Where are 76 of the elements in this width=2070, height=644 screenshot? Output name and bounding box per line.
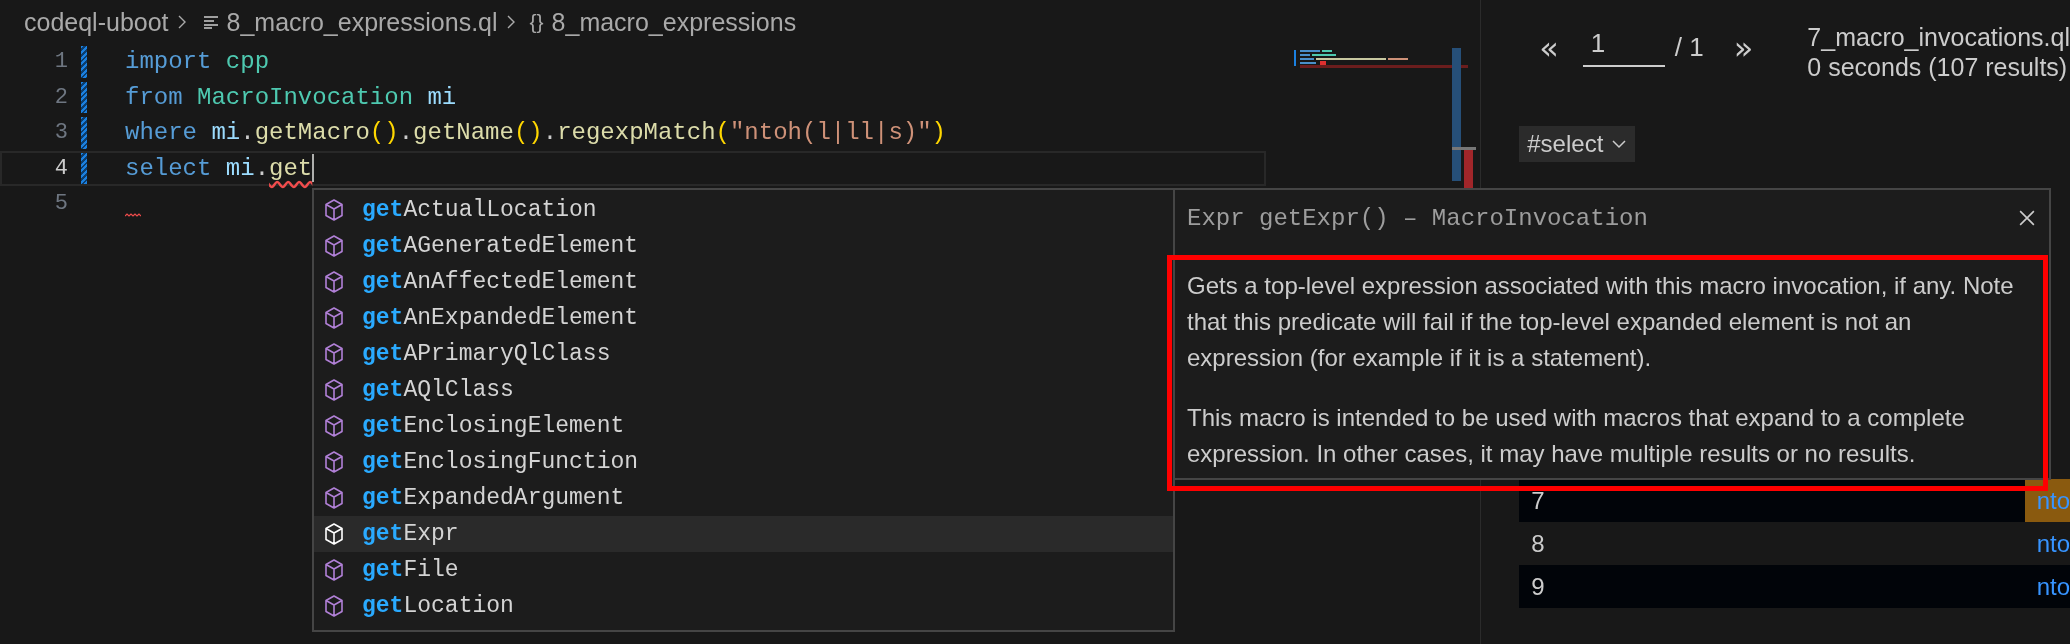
code-token: get xyxy=(269,154,313,182)
page-field[interactable]: 1 xyxy=(1582,28,1665,67)
suggestion-item[interactable]: getExpandedArgument xyxy=(314,480,1173,516)
code-token: where xyxy=(125,119,198,147)
cube-icon xyxy=(324,307,344,329)
suggestion-item[interactable]: getEnclosingElement xyxy=(314,408,1173,444)
doc-paragraph: Gets a top-level expression associated with this macro invocation, if any. Note that this predicate will fail if the top-level expanded element is not an expression (for example if it is a statement). xyxy=(1187,271,2015,373)
code-token: getMacro xyxy=(254,119,370,147)
code-token: . xyxy=(542,119,558,147)
cube-icon xyxy=(324,487,344,509)
code-token: mi xyxy=(225,154,255,182)
line-number: 3 xyxy=(53,120,68,146)
breadcrumb-item[interactable]: 8_macro_expressions xyxy=(551,7,797,37)
code-token: "ntoh(l|ll|s)" xyxy=(729,119,932,147)
page-total: / 1 xyxy=(1674,32,1704,63)
text-cursor xyxy=(312,154,315,183)
signature: Expr getExpr() – MacroInvocation xyxy=(1187,204,1648,232)
query-name: 7_macro_invocations.ql xyxy=(1807,22,2070,52)
result-set-dropdown[interactable]: #select xyxy=(1519,126,1636,162)
row-number: 8 xyxy=(1530,529,1545,558)
code-token: () xyxy=(513,119,543,147)
code-token: getName xyxy=(413,119,514,147)
line-number: 4 xyxy=(53,155,68,181)
code-token: ( xyxy=(715,119,730,147)
code-token: . xyxy=(398,119,414,147)
cube-icon xyxy=(324,199,344,221)
code-token: mi xyxy=(427,83,457,111)
cube-icon xyxy=(324,559,344,581)
suggestion-item[interactable]: getAQlClass xyxy=(314,372,1173,408)
suggestion-item[interactable]: getAnExpandedElement xyxy=(314,300,1173,336)
lines-icon xyxy=(202,15,219,29)
suggestion-item[interactable]: getAnAffectedElement xyxy=(314,264,1173,300)
cube-icon xyxy=(324,271,344,293)
code-token: . xyxy=(254,154,270,182)
suggestion-item[interactable]: getAPrimaryQlClass xyxy=(314,336,1173,372)
cube-icon xyxy=(324,235,344,257)
close-icon[interactable] xyxy=(2019,210,2035,226)
chevron-down-icon xyxy=(1611,139,1628,149)
breadcrumb-item[interactable]: 8_macro_expressions.ql xyxy=(226,7,498,37)
cube-icon xyxy=(324,343,344,365)
suggestion-item[interactable]: getAGeneratedElement xyxy=(314,228,1173,264)
cube-icon xyxy=(324,415,344,437)
result-link[interactable]: nto xyxy=(2024,522,2070,565)
code-token: regexpMatch xyxy=(557,119,716,147)
row-number: 7 xyxy=(1530,486,1545,515)
code-token: ) xyxy=(931,119,946,147)
line-number: 2 xyxy=(53,84,68,110)
chevron-right-icon xyxy=(505,14,516,30)
line-number: 1 xyxy=(53,49,68,75)
suggestion-item[interactable]: getFile xyxy=(314,552,1173,588)
chevron-right-icon xyxy=(176,14,187,30)
suggestion-item[interactable]: getEnclosingFunction xyxy=(314,444,1173,480)
cube-icon xyxy=(324,451,344,473)
result-link[interactable]: nto xyxy=(2024,565,2070,608)
cube-icon xyxy=(324,379,344,401)
next-page-button[interactable]: » xyxy=(1713,28,1768,67)
code-token: mi xyxy=(211,119,241,147)
code-token: MacroInvocation xyxy=(197,83,415,111)
code-token: from xyxy=(125,83,184,111)
row-number: 9 xyxy=(1530,572,1545,601)
code-token: cpp xyxy=(225,48,270,76)
breadcrumb-item[interactable]: codeql-uboot xyxy=(24,7,169,37)
query-summary: 0 seconds (107 results) xyxy=(1807,52,2069,82)
code-token: () xyxy=(369,119,399,147)
previous-page-button[interactable]: « xyxy=(1519,28,1573,67)
code-token: import xyxy=(125,48,213,76)
suggestion-item[interactable]: getExpr xyxy=(314,516,1173,552)
code-token: select xyxy=(125,154,213,182)
doc-paragraph: This macro is intended to be used with macros that expand to a complete expression. In other cases, it may have multiple results or no results. xyxy=(1187,403,1966,469)
cube-icon xyxy=(324,523,344,545)
cube-icon xyxy=(324,595,344,617)
braces-icon: {} xyxy=(529,10,544,34)
line-number: 5 xyxy=(53,191,68,217)
suggestion-item[interactable]: getActualLocation xyxy=(314,192,1173,228)
suggestion-item[interactable]: get Location xyxy=(314,588,1173,624)
code-token: . xyxy=(240,119,255,147)
